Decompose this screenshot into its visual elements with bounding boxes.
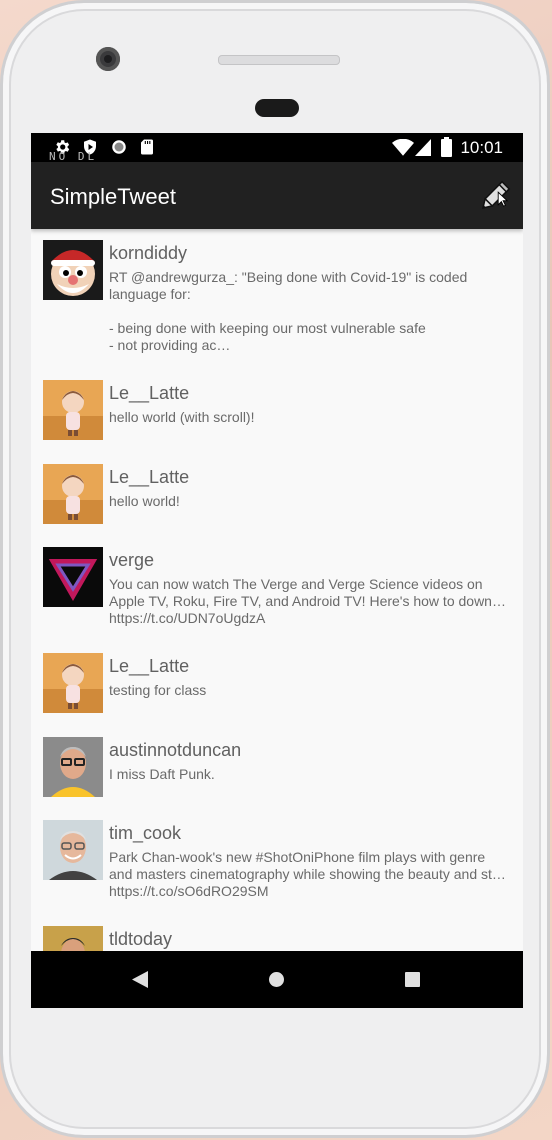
tweet-body: hello world (with scroll)!	[109, 409, 255, 425]
verge-logo-avatar[interactable]	[43, 547, 103, 607]
tweet-body: You can now watch The Verge and Verge Sc…	[109, 576, 506, 626]
tweet-item[interactable]: tldtoday	[31, 915, 523, 951]
tweet-item[interactable]: austinnotduncan I miss Daft Punk.	[31, 726, 523, 809]
tweet-item[interactable]: Le__Latte hello world!	[31, 453, 523, 536]
back-triangle-icon[interactable]	[132, 971, 149, 988]
tweet-handle: austinnotduncan	[109, 740, 242, 760]
timeline-list[interactable]: korndiddy RT @andrewgurza_: "Being done …	[31, 229, 523, 951]
tweet-item[interactable]: Le__Latte testing for class	[31, 642, 523, 726]
tweet-item[interactable]: Le__Latte hello world (with scroll)!	[31, 369, 523, 453]
tweet-body: Park Chan-wook's new #ShotOniPhone film …	[109, 849, 506, 899]
tweet-handle: tldtoday	[109, 929, 173, 949]
earpiece-speaker	[218, 55, 340, 65]
cell-signal-icon	[415, 139, 431, 156]
battery-icon	[441, 137, 452, 157]
circle-app-icon	[112, 140, 126, 154]
device-screen: NO DL 10:01 SimpleTweet korndiddy RT @an…	[31, 133, 523, 1008]
tweet-handle: Le__Latte	[109, 656, 190, 676]
wifi-icon	[392, 139, 414, 156]
app-title: SimpleTweet	[50, 184, 176, 209]
phone-frame: NO DL 10:01 SimpleTweet korndiddy RT @an…	[0, 0, 550, 1138]
villager-avatar[interactable]	[43, 380, 103, 440]
person-avatar[interactable]	[43, 737, 103, 797]
santa-avatar[interactable]	[43, 240, 103, 300]
villager-avatar[interactable]	[43, 653, 103, 713]
app-bar: SimpleTweet	[31, 162, 523, 229]
tweet-item[interactable]: verge You can now watch The Verge and Ve…	[31, 536, 523, 642]
tweet-body: RT @andrewgurza_: "Being done with Covid…	[109, 269, 468, 353]
status-bar: NO DL 10:01	[31, 133, 523, 163]
tweet-handle: Le__Latte	[109, 383, 190, 403]
tweet-handle: tim_cook	[109, 823, 182, 843]
proximity-sensor	[255, 99, 299, 117]
status-time: 10:01	[460, 138, 503, 157]
villager-avatar[interactable]	[43, 464, 103, 524]
tweet-item[interactable]: korndiddy RT @andrewgurza_: "Being done …	[31, 229, 523, 369]
tweet-handle: korndiddy	[109, 243, 188, 263]
tweet-body: hello world!	[109, 493, 180, 509]
pencil-icon[interactable]	[477, 178, 513, 214]
tweet-item[interactable]: tim_cook Park Chan-wook's new #ShotOniPh…	[31, 809, 523, 915]
person-avatar[interactable]	[43, 926, 103, 951]
tweet-handle: Le__Latte	[109, 467, 190, 487]
tweet-body: testing for class	[109, 682, 207, 698]
recents-square-icon[interactable]	[405, 972, 420, 987]
person-avatar[interactable]	[43, 820, 103, 880]
tweet-body: I miss Daft Punk.	[109, 766, 215, 782]
front-camera	[96, 47, 120, 71]
sd-card-icon	[141, 139, 153, 155]
tweet-handle: verge	[109, 550, 155, 570]
navigation-bar	[31, 951, 523, 1008]
home-circle-icon[interactable]	[268, 971, 285, 988]
